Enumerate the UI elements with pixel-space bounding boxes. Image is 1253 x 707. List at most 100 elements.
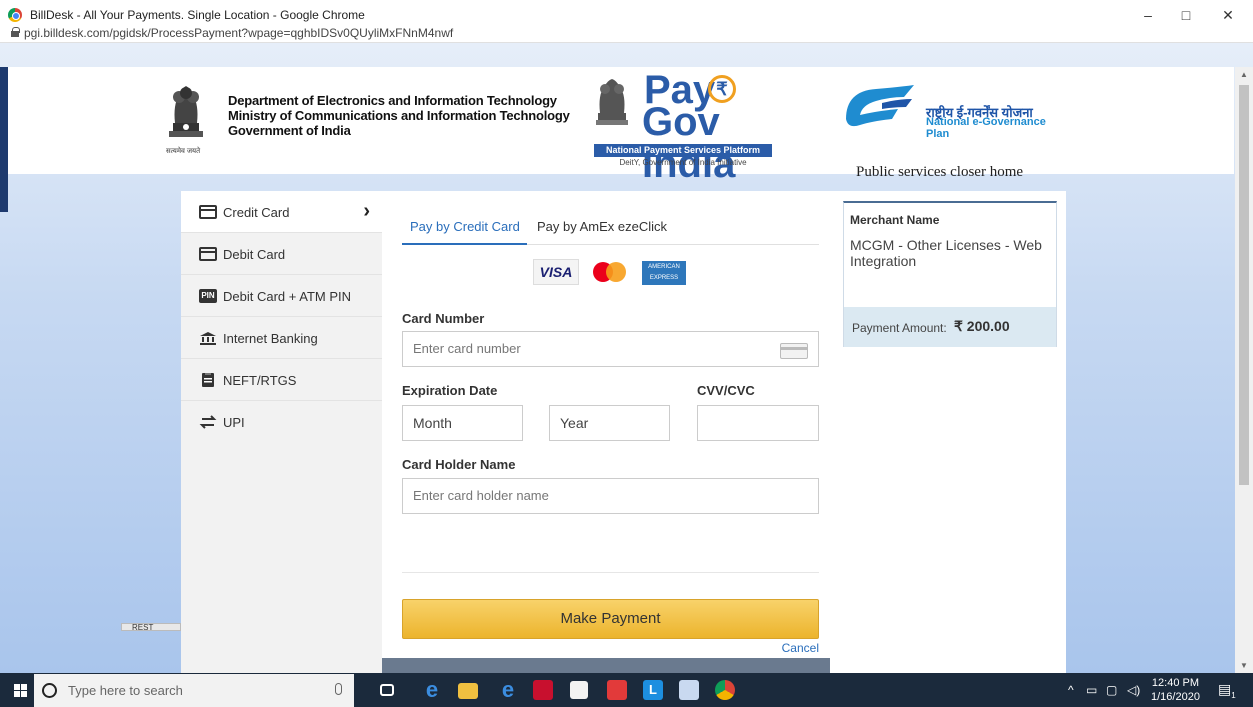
nav-item-debit-card[interactable]: Debit Card bbox=[181, 233, 382, 275]
clock-date: 1/16/2020 bbox=[1151, 691, 1200, 703]
card-icon bbox=[780, 343, 808, 359]
payment-amount-label: Payment Amount: bbox=[852, 321, 947, 335]
emblem-motto: सत्यमेव जयते bbox=[166, 148, 201, 155]
payment-card: Credit Card › Debit Card PIN Debit Card … bbox=[181, 191, 1066, 673]
merchant-panel: Merchant Name MCGM - Other Licenses - We… bbox=[843, 201, 1057, 347]
form-footer-bar bbox=[382, 658, 830, 673]
dept-line-3: Government of India bbox=[228, 123, 351, 138]
active-tab-indicator bbox=[402, 243, 527, 245]
expiry-month-select[interactable]: Month bbox=[402, 405, 523, 441]
windows-taskbar: Type here to search e e L ^ ▭ ▢ ◁) 12:40… bbox=[0, 673, 1253, 707]
egov-e-icon bbox=[846, 85, 914, 127]
minimize-button[interactable]: – bbox=[1133, 5, 1163, 25]
file-explorer-icon[interactable] bbox=[458, 683, 478, 699]
edge-icon[interactable]: e bbox=[420, 678, 444, 702]
taskbar-search-placeholder: Type here to search bbox=[68, 683, 183, 698]
header-edge bbox=[0, 67, 8, 212]
cvv-label: CVV/CVC bbox=[697, 383, 755, 398]
chrome-taskbar-icon[interactable] bbox=[715, 680, 735, 700]
scroll-up-icon[interactable]: ▲ bbox=[1240, 70, 1248, 79]
card-holder-name-input[interactable]: Enter card holder name bbox=[402, 478, 819, 514]
maximize-button[interactable]: □ bbox=[1171, 5, 1201, 25]
nav-item-upi[interactable]: UPI bbox=[181, 401, 382, 443]
store-icon[interactable] bbox=[570, 681, 588, 699]
network-icon[interactable]: ▭ bbox=[1086, 683, 1097, 697]
task-view-icon[interactable] bbox=[380, 684, 394, 696]
clipboard-icon bbox=[202, 373, 214, 387]
display-icon[interactable]: ▢ bbox=[1106, 683, 1117, 697]
transfer-icon bbox=[199, 415, 217, 429]
ie-icon[interactable]: e bbox=[496, 678, 520, 702]
bank-icon bbox=[200, 332, 216, 345]
nav-item-label: NEFT/RTGS bbox=[223, 373, 297, 388]
rupee-coin-icon: ₹ bbox=[708, 75, 736, 103]
nav-item-debit-card-atm-pin[interactable]: PIN Debit Card + ATM PIN bbox=[181, 275, 382, 317]
payment-amount-box: Payment Amount: ₹ 200.00 bbox=[844, 307, 1056, 347]
nav-item-internet-banking[interactable]: Internet Banking bbox=[181, 317, 382, 359]
nav-item-credit-card[interactable]: Credit Card › bbox=[181, 191, 382, 233]
lync-icon[interactable]: L bbox=[643, 680, 663, 700]
window-title: BillDesk - All Your Payments. Single Loc… bbox=[30, 8, 365, 22]
egov-english-text: National e-Governance Plan bbox=[926, 116, 1046, 140]
cvv-input[interactable] bbox=[697, 405, 819, 441]
notification-icon[interactable]: ▤1 bbox=[1218, 681, 1236, 700]
nav-item-label: Debit Card bbox=[223, 247, 286, 262]
taskbar-search-box[interactable]: Type here to search bbox=[34, 674, 354, 707]
page-viewport: Department of Electronics and Informatio… bbox=[0, 43, 1253, 673]
scroll-down-icon[interactable]: ▼ bbox=[1240, 661, 1248, 670]
department-name: Department of Electronics and Informatio… bbox=[228, 93, 570, 138]
background-window-tab: REST bbox=[121, 623, 181, 631]
nav-item-neft-rtgs[interactable]: NEFT/RTGS bbox=[181, 359, 382, 401]
card-payment-form: Pay by Credit Card Pay by AmEx ezeClick … bbox=[382, 191, 830, 673]
volume-icon[interactable]: ◁) bbox=[1127, 683, 1140, 697]
form-divider bbox=[402, 572, 819, 573]
paygov-logo: Pay ₹ Gov India National Payment Service… bbox=[578, 69, 800, 185]
scrollbar-thumb[interactable] bbox=[1239, 85, 1249, 485]
publisher-icon[interactable] bbox=[679, 680, 699, 700]
payment-amount-value: ₹ 200.00 bbox=[954, 318, 1010, 334]
payment-method-nav: Credit Card › Debit Card PIN Debit Card … bbox=[181, 191, 382, 673]
dept-line-1: Department of Electronics and Informatio… bbox=[228, 93, 557, 108]
microphone-icon[interactable] bbox=[335, 683, 342, 695]
cancel-link[interactable]: Cancel bbox=[782, 641, 819, 655]
windows-start-icon[interactable] bbox=[14, 684, 27, 697]
paygov-emblem-icon bbox=[596, 79, 628, 125]
dept-line-2: Ministry of Communications and Informati… bbox=[228, 108, 570, 123]
expiry-year-select[interactable]: Year bbox=[549, 405, 670, 441]
egov-tagline: Public services closer home bbox=[856, 164, 1024, 180]
page-scrollbar[interactable]: ▲ ▼ bbox=[1235, 67, 1253, 673]
tab-pay-by-amex-ezeclick[interactable]: Pay by AmEx ezeClick bbox=[537, 219, 667, 234]
cortana-icon bbox=[42, 683, 57, 698]
visa-logo: VISA bbox=[533, 259, 579, 285]
close-button[interactable]: ✕ bbox=[1213, 5, 1243, 25]
merchant-name-label: Merchant Name bbox=[850, 213, 940, 227]
tray-overflow-icon[interactable]: ^ bbox=[1068, 683, 1074, 697]
credit-card-icon bbox=[199, 205, 217, 219]
amex-logo: AMERICAN EXPRESS bbox=[642, 261, 686, 285]
debit-card-icon bbox=[199, 247, 217, 261]
tab-pay-by-credit-card[interactable]: Pay by Credit Card bbox=[410, 219, 520, 234]
card-number-label: Card Number bbox=[402, 311, 485, 326]
make-payment-button[interactable]: Make Payment bbox=[402, 599, 819, 639]
chevron-right-icon: › bbox=[363, 200, 370, 222]
taskbar-clock[interactable]: 12:40 PM 1/16/2020 bbox=[1151, 676, 1200, 704]
mcafee-icon[interactable] bbox=[533, 680, 553, 700]
address-bar[interactable]: pgi.billdesk.com/pgidsk/ProcessPayment?w… bbox=[0, 24, 1253, 43]
clock-time: 12:40 PM bbox=[1151, 677, 1200, 689]
mastercard-logo bbox=[587, 259, 633, 285]
ashoka-emblem-icon bbox=[169, 86, 203, 137]
chrome-icon bbox=[8, 8, 22, 22]
office-icon[interactable] bbox=[607, 680, 627, 700]
paygov-initiative: DeitY, Government of India Initiative bbox=[619, 158, 747, 167]
card-holder-name-label: Card Holder Name bbox=[402, 457, 516, 472]
browser-titlebar: BillDesk - All Your Payments. Single Loc… bbox=[0, 0, 1253, 43]
url-text: pgi.billdesk.com/pgidsk/ProcessPayment?w… bbox=[24, 26, 454, 40]
merchant-name: MCGM - Other Licenses - Web Integration bbox=[850, 237, 1042, 269]
card-number-input[interactable]: Enter card number bbox=[402, 331, 819, 367]
card-holder-placeholder: Enter card holder name bbox=[413, 488, 549, 503]
nav-item-label: Debit Card + ATM PIN bbox=[223, 289, 351, 304]
pin-icon: PIN bbox=[199, 289, 217, 303]
notification-count: 1 bbox=[1231, 690, 1236, 700]
expiration-date-label: Expiration Date bbox=[402, 383, 498, 398]
nav-item-label: Internet Banking bbox=[223, 331, 318, 346]
